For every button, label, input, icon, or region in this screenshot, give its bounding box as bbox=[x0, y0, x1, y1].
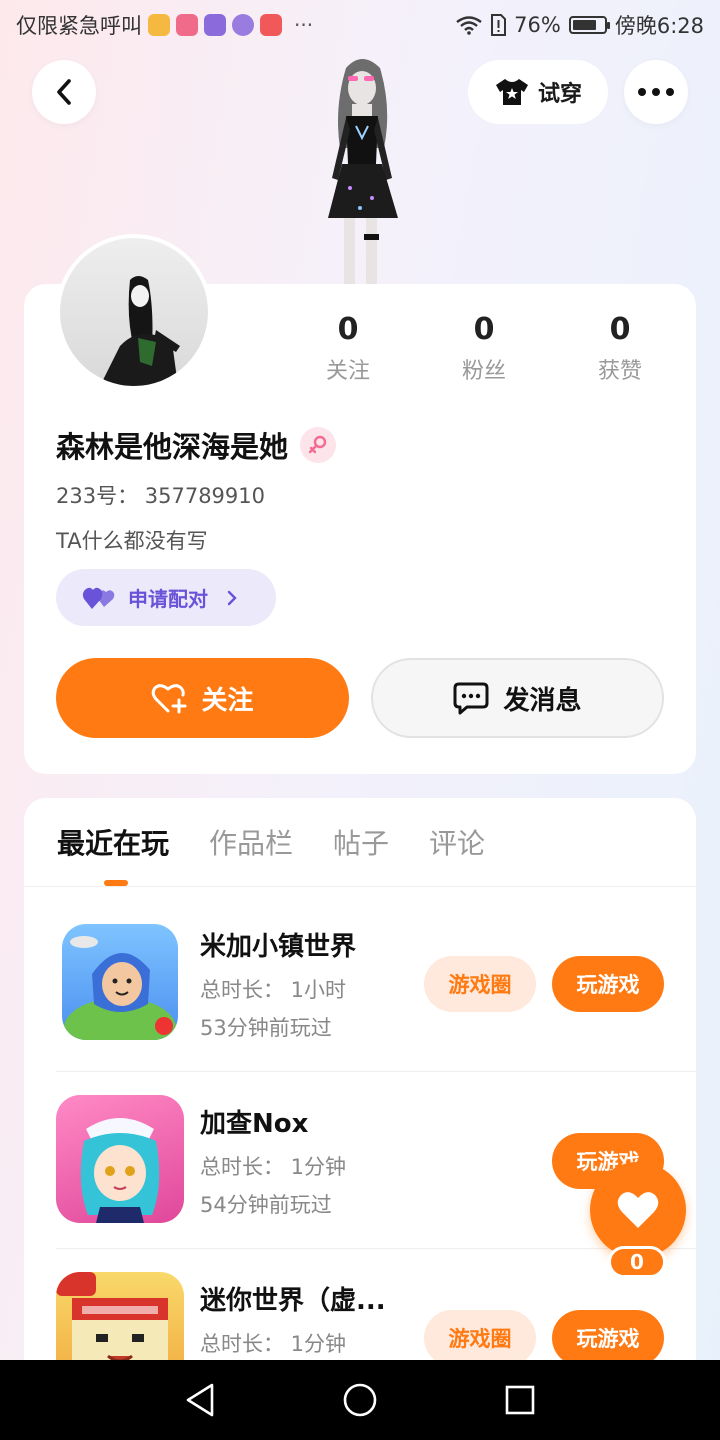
game-duration: 总时长： 1分钟 bbox=[200, 1332, 347, 1356]
avatar-figure[interactable] bbox=[300, 48, 424, 288]
tab-works[interactable]: 作品栏 bbox=[209, 822, 293, 862]
send-message-label: 发消息 bbox=[503, 685, 582, 716]
game-title: 米加小镇世界 bbox=[200, 932, 357, 962]
stat-likes[interactable]: 0 获赞 bbox=[560, 312, 680, 385]
followers-label: 粉丝 bbox=[461, 359, 506, 384]
profile-tabs: 最近在玩 作品栏 帖子 评论 bbox=[57, 822, 485, 862]
game-row-toca-world[interactable]: 米加小镇世界 总时长： 1小时 53分钟前玩过 游戏圈 玩游戏 bbox=[56, 896, 696, 1072]
nav-home-button[interactable] bbox=[340, 1380, 380, 1420]
apply-pair-label: 申请配对 bbox=[128, 587, 208, 611]
game-duration: 总时长： 1分钟 bbox=[200, 1155, 347, 1179]
sim-alert-icon bbox=[491, 14, 507, 36]
row-divider bbox=[56, 1071, 696, 1072]
circle-home-icon bbox=[343, 1383, 377, 1417]
game-circle-button[interactable]: 游戏圈 bbox=[424, 956, 536, 1012]
status-bar: 仅限紧急呼叫 ··· 76% 傍晚6:28 bbox=[0, 0, 720, 50]
heart-icon bbox=[617, 1192, 659, 1228]
follow-label: 关注 bbox=[201, 685, 254, 716]
chat-bubble-icon bbox=[453, 682, 489, 715]
try-on-button[interactable]: 试穿 bbox=[468, 60, 608, 124]
battery-percentage: 76% bbox=[514, 13, 561, 37]
double-heart-icon bbox=[82, 587, 115, 609]
tab-recently-played[interactable]: 最近在玩 bbox=[57, 822, 169, 862]
like-fab[interactable] bbox=[590, 1162, 686, 1258]
apply-pair-button[interactable]: 申请配对 bbox=[56, 569, 276, 626]
wifi-icon bbox=[456, 16, 482, 35]
row-divider bbox=[56, 1248, 696, 1249]
user-id: 233号： 357789910 bbox=[56, 484, 266, 508]
follow-button[interactable]: 关注 bbox=[56, 658, 349, 738]
game-icon-mini-world bbox=[56, 1272, 184, 1360]
notification-app-icon bbox=[204, 14, 226, 36]
avatar[interactable] bbox=[56, 234, 212, 390]
square-recents-icon bbox=[505, 1385, 535, 1415]
battery-icon bbox=[568, 16, 610, 34]
tab-divider bbox=[24, 886, 696, 887]
nav-back-button[interactable] bbox=[180, 1380, 220, 1420]
game-last-played: 54分钟前玩过 bbox=[200, 1193, 332, 1217]
game-icon-toca-world bbox=[62, 924, 178, 1040]
game-circle-button[interactable]: 游戏圈 bbox=[424, 1310, 536, 1360]
avatar-image bbox=[60, 238, 208, 386]
game-duration: 总时长： 1小时 bbox=[200, 978, 347, 1002]
avatar-figure-image bbox=[328, 59, 398, 284]
game-icon-gacha-nox bbox=[56, 1095, 184, 1223]
username-row: 森林是他深海是她 bbox=[56, 424, 337, 466]
following-count: 0 bbox=[337, 312, 359, 347]
chevron-right-icon bbox=[227, 590, 237, 605]
game-last-played: 53分钟前玩过 bbox=[200, 1016, 332, 1040]
clock: 傍晚6:28 bbox=[614, 14, 704, 38]
more-horizontal-icon bbox=[638, 88, 674, 96]
heart-plus-icon bbox=[152, 684, 187, 714]
tab-comments[interactable]: 评论 bbox=[429, 822, 485, 862]
send-message-button[interactable]: 发消息 bbox=[371, 658, 664, 738]
game-title: 迷你世界（虚... bbox=[200, 1286, 386, 1316]
stat-followers[interactable]: 0 粉丝 bbox=[424, 312, 544, 385]
username: 森林是他深海是她 bbox=[56, 430, 289, 464]
game-row-mini-world[interactable]: 迷你世界（虚... 总时长： 1分钟 游戏圈 玩游戏 bbox=[56, 1250, 696, 1360]
triangle-back-icon bbox=[186, 1383, 214, 1417]
nav-recents-button[interactable] bbox=[500, 1380, 540, 1420]
play-game-button[interactable]: 玩游戏 bbox=[552, 1310, 664, 1360]
play-game-button[interactable]: 玩游戏 bbox=[552, 956, 664, 1012]
try-on-label: 试穿 bbox=[537, 82, 582, 107]
notification-app-icon bbox=[148, 14, 170, 36]
back-button[interactable] bbox=[32, 60, 96, 124]
following-label: 关注 bbox=[325, 359, 370, 384]
likes-label: 获赞 bbox=[597, 359, 642, 384]
system-nav-bar bbox=[0, 1360, 720, 1440]
more-notifications-indicator: ··· bbox=[294, 13, 314, 37]
battery-level-fill bbox=[572, 20, 596, 30]
likes-count: 0 bbox=[609, 312, 631, 347]
tab-posts[interactable]: 帖子 bbox=[333, 822, 389, 862]
user-bio: TA什么都没有写 bbox=[56, 529, 208, 553]
female-icon bbox=[300, 427, 337, 463]
tshirt-icon bbox=[495, 79, 528, 105]
followers-count: 0 bbox=[473, 312, 495, 347]
more-button[interactable] bbox=[624, 60, 688, 124]
carrier-text: 仅限紧急呼叫 bbox=[16, 14, 142, 38]
game-title: 加查Nox bbox=[200, 1109, 309, 1139]
chevron-left-icon bbox=[57, 79, 71, 105]
notification-app-icon bbox=[176, 14, 198, 36]
like-count-badge: 0 bbox=[608, 1246, 666, 1278]
status-bar-right: 76% 傍晚6:28 bbox=[456, 10, 704, 40]
stat-following[interactable]: 0 关注 bbox=[288, 312, 408, 385]
notification-app-icon bbox=[232, 14, 254, 36]
notification-app-icon bbox=[260, 14, 282, 36]
status-bar-left: 仅限紧急呼叫 ··· bbox=[16, 10, 313, 40]
